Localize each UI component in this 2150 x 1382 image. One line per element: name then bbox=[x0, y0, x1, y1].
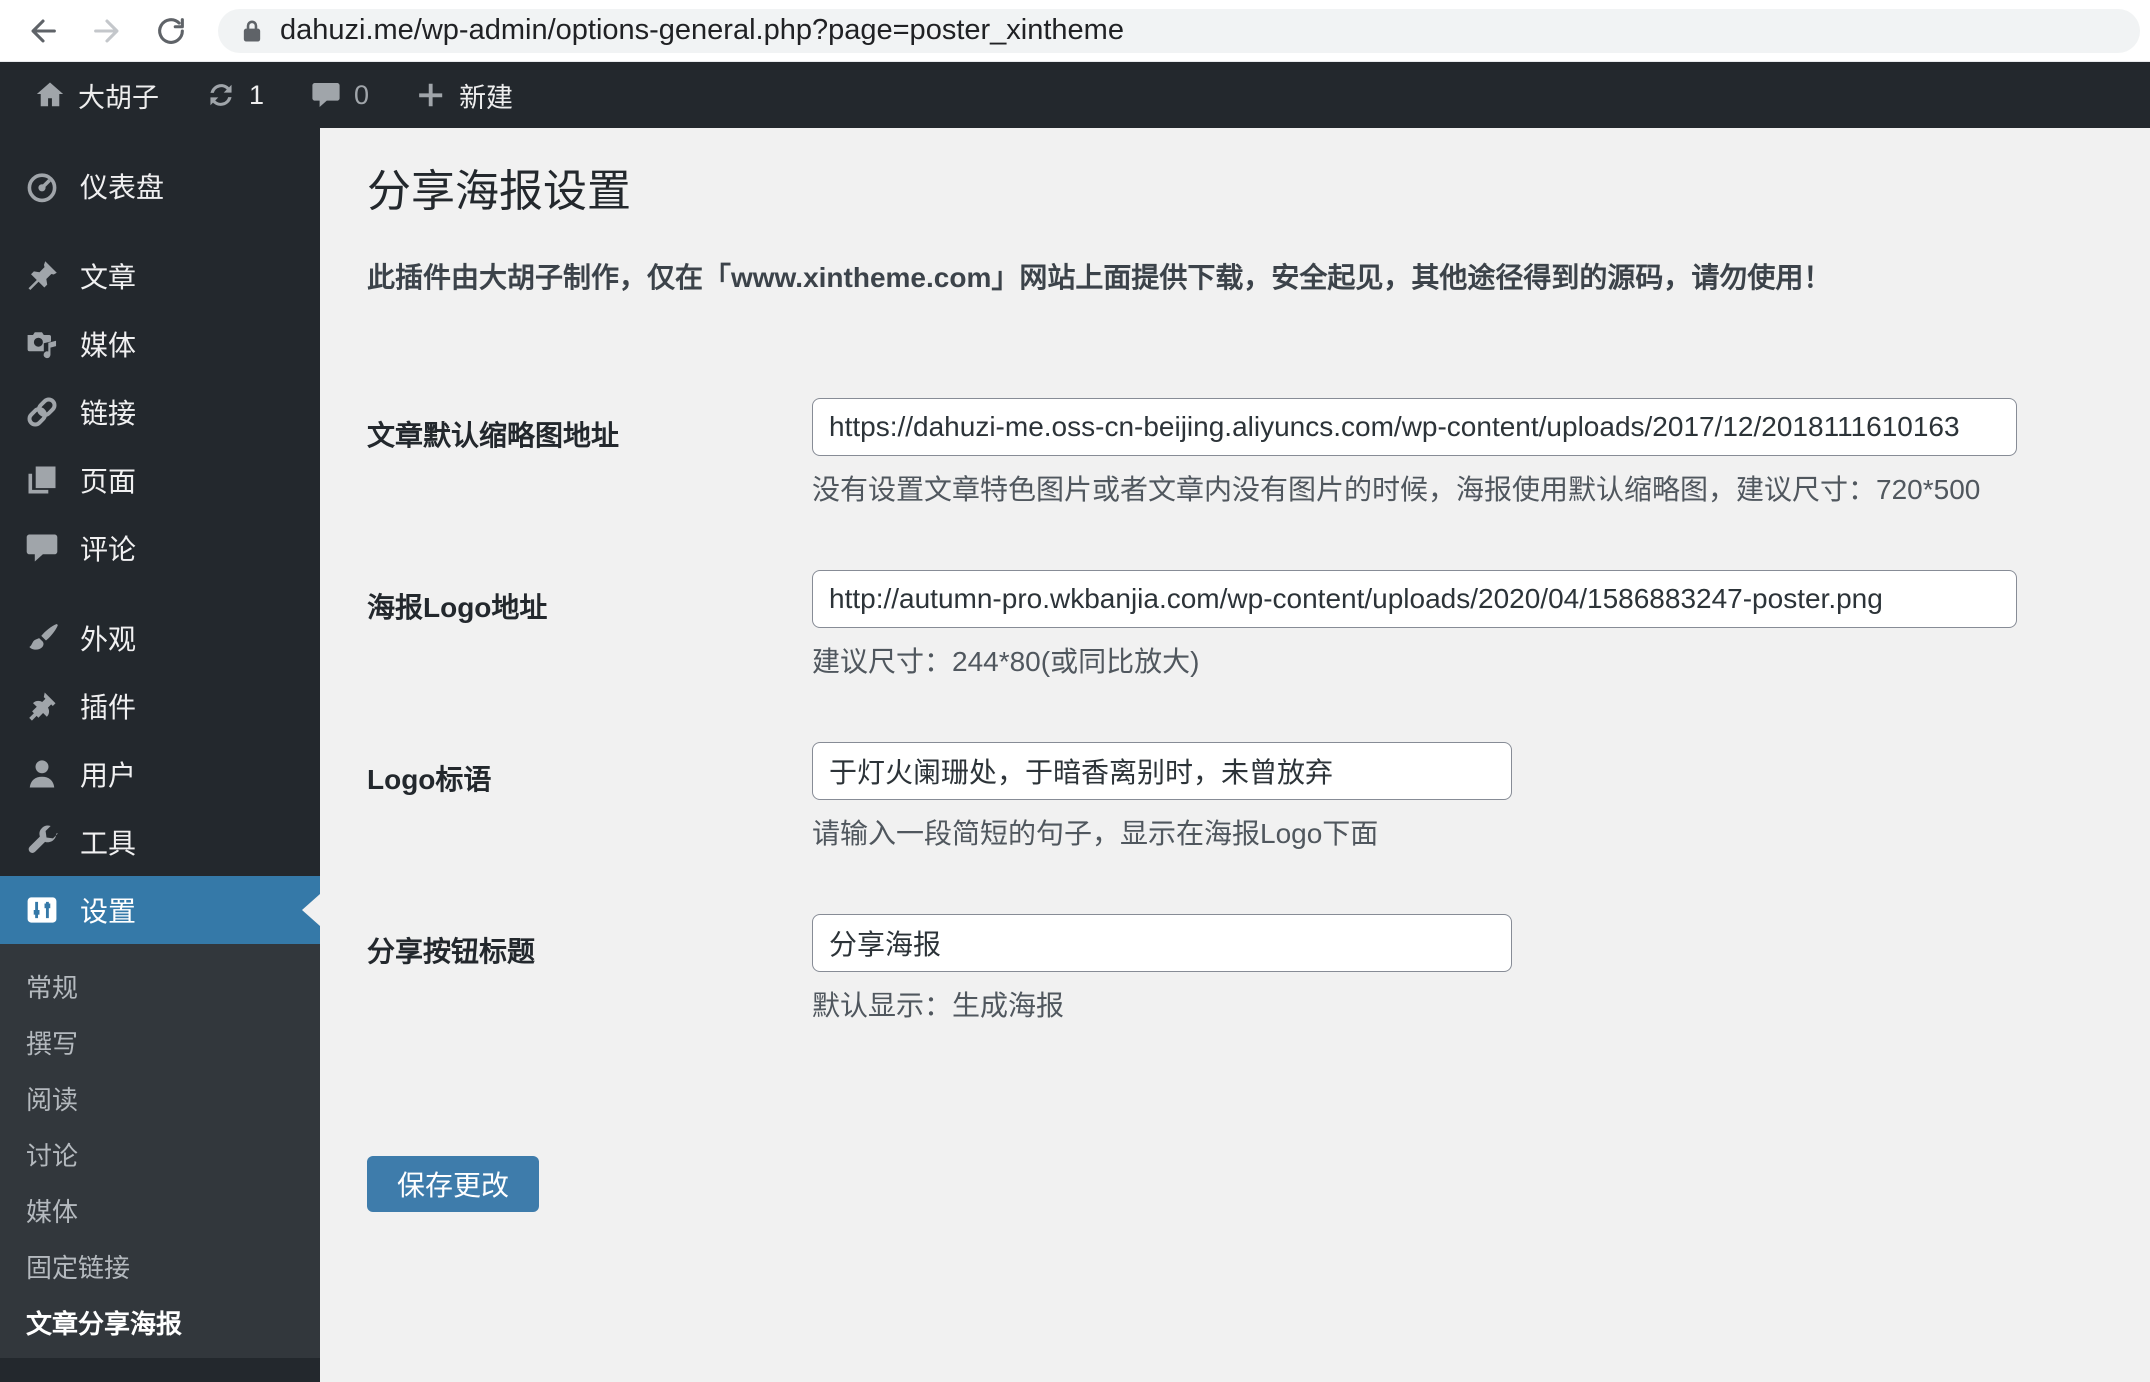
sidebar-item-media[interactable]: 媒体 bbox=[0, 310, 320, 378]
lock-icon bbox=[243, 20, 261, 41]
sidebar-item-label: 链接 bbox=[80, 398, 137, 429]
sidebar-item-label: 插件 bbox=[80, 692, 137, 723]
submenu-item-permalinks[interactable]: 固定链接 bbox=[0, 1240, 320, 1296]
sidebar-item-label: 媒体 bbox=[80, 330, 137, 361]
field-label: 海报Logo地址 bbox=[367, 592, 548, 623]
sidebar-item-users[interactable]: 用户 bbox=[0, 740, 320, 808]
admin-bar-new[interactable]: 新建 bbox=[415, 76, 513, 115]
url-bar[interactable]: dahuzi.me/wp-admin/options-general.php?p… bbox=[218, 8, 2140, 53]
pages-icon bbox=[24, 462, 60, 498]
field-label: Logo标语 bbox=[367, 764, 492, 795]
admin-bar-site-name: 大胡子 bbox=[78, 82, 159, 113]
submenu-item-share-poster[interactable]: 文章分享海报 bbox=[0, 1296, 320, 1352]
page-title: 分享海报设置 bbox=[367, 167, 631, 216]
share-button-title-input[interactable] bbox=[812, 914, 1512, 972]
comment-icon bbox=[24, 530, 60, 566]
updates-icon bbox=[205, 79, 237, 111]
dashboard-icon bbox=[24, 168, 60, 204]
home-icon bbox=[34, 79, 66, 111]
sidebar-item-label: 设置 bbox=[80, 896, 137, 927]
pushpin-icon bbox=[24, 258, 60, 294]
sidebar-item-label: 工具 bbox=[80, 828, 137, 859]
sidebar-item-pages[interactable]: 页面 bbox=[0, 446, 320, 514]
settings-icon bbox=[24, 892, 60, 928]
comment-bubble-icon bbox=[310, 79, 342, 111]
field-help: 请输入一段简短的句子，显示在海报Logo下面 bbox=[812, 818, 1379, 849]
form-row-share-button-title: 分享按钮标题 默认显示：生成海报 bbox=[367, 914, 2090, 1022]
menu-separator bbox=[0, 582, 320, 604]
submenu-item-general[interactable]: 常规 bbox=[0, 960, 320, 1016]
submenu-item-writing[interactable]: 撰写 bbox=[0, 1016, 320, 1072]
admin-bar-comments[interactable]: 0 bbox=[310, 79, 369, 111]
plus-icon bbox=[415, 79, 447, 111]
admin-bar-updates[interactable]: 1 bbox=[205, 79, 264, 111]
thumbnail-url-input[interactable] bbox=[812, 398, 2017, 456]
field: 建议尺寸：244*80(或同比放大) bbox=[812, 570, 2017, 678]
comments-count: 0 bbox=[354, 79, 370, 110]
menu-separator bbox=[0, 220, 320, 242]
admin-layout: 仪表盘 文章 媒体 链接 页面 评论 外观 插件 用户 工具 设置 常规 撰写 … bbox=[0, 128, 2150, 1382]
tools-icon bbox=[24, 824, 60, 860]
forward-button[interactable] bbox=[90, 14, 124, 48]
wp-admin-bar: 大胡子 1 0 新建 bbox=[0, 62, 2150, 128]
field-help: 默认显示：生成海报 bbox=[812, 990, 1065, 1021]
media-icon bbox=[24, 326, 60, 362]
sidebar-item-appearance[interactable]: 外观 bbox=[0, 604, 320, 672]
sidebar-item-label: 仪表盘 bbox=[80, 172, 165, 203]
logo-url-input[interactable] bbox=[812, 570, 2017, 628]
sidebar-item-links[interactable]: 链接 bbox=[0, 378, 320, 446]
sidebar-item-label: 外观 bbox=[80, 624, 137, 655]
link-icon bbox=[24, 394, 60, 430]
logo-slogan-input[interactable] bbox=[812, 742, 1512, 800]
url-text: dahuzi.me/wp-admin/options-general.php?p… bbox=[280, 14, 1124, 46]
settings-submenu: 常规 撰写 阅读 讨论 媒体 固定链接 文章分享海报 bbox=[0, 944, 320, 1358]
sidebar-item-posts[interactable]: 文章 bbox=[0, 242, 320, 310]
sidebar-item-tools[interactable]: 工具 bbox=[0, 808, 320, 876]
updates-count: 1 bbox=[249, 79, 265, 110]
sidebar-item-dashboard[interactable]: 仪表盘 bbox=[0, 152, 320, 220]
submenu-item-media[interactable]: 媒体 bbox=[0, 1184, 320, 1240]
sidebar-item-plugins[interactable]: 插件 bbox=[0, 672, 320, 740]
field-help: 没有设置文章特色图片或者文章内没有图片的时候，海报使用默认缩略图，建议尺寸：72… bbox=[812, 474, 1981, 505]
plugin-icon bbox=[24, 688, 60, 724]
field-label: 文章默认缩略图地址 bbox=[367, 420, 620, 451]
save-changes-button[interactable]: 保存更改 bbox=[367, 1156, 540, 1212]
back-icon bbox=[31, 19, 56, 42]
sidebar-item-comments[interactable]: 评论 bbox=[0, 514, 320, 582]
field-label: 分享按钮标题 bbox=[367, 936, 536, 967]
sidebar-item-label: 用户 bbox=[80, 760, 137, 791]
back-button[interactable] bbox=[26, 14, 60, 48]
field: 默认显示：生成海报 bbox=[812, 914, 1512, 1022]
field: 没有设置文章特色图片或者文章内没有图片的时候，海报使用默认缩略图，建议尺寸：72… bbox=[812, 398, 2017, 506]
submenu-item-discussion[interactable]: 讨论 bbox=[0, 1128, 320, 1184]
appearance-icon bbox=[24, 620, 60, 656]
browser-chrome: dahuzi.me/wp-admin/options-general.php?p… bbox=[0, 0, 2150, 62]
admin-sidebar: 仪表盘 文章 媒体 链接 页面 评论 外观 插件 用户 工具 设置 常规 撰写 … bbox=[0, 128, 320, 1382]
sidebar-item-label: 评论 bbox=[80, 534, 137, 565]
submenu-item-reading[interactable]: 阅读 bbox=[0, 1072, 320, 1128]
field: 请输入一段简短的句子，显示在海报Logo下面 bbox=[812, 742, 1512, 850]
poster-settings-form: 文章默认缩略图地址 没有设置文章特色图片或者文章内没有图片的时候，海报使用默认缩… bbox=[367, 398, 2090, 1212]
form-row-logo-slogan: Logo标语 请输入一段简短的句子，显示在海报Logo下面 bbox=[367, 742, 2090, 850]
settings-page: 分享海报设置 此插件由大胡子制作，仅在「www.xintheme.com」网站上… bbox=[320, 128, 2150, 1382]
forward-icon bbox=[94, 19, 119, 42]
sidebar-item-settings[interactable]: 设置 bbox=[0, 876, 320, 944]
reload-icon bbox=[158, 17, 184, 44]
users-icon bbox=[24, 756, 60, 792]
form-row-logo-url: 海报Logo地址 建议尺寸：244*80(或同比放大) bbox=[367, 570, 2090, 678]
field-help: 建议尺寸：244*80(或同比放大) bbox=[812, 646, 1200, 677]
form-row-thumbnail-url: 文章默认缩略图地址 没有设置文章特色图片或者文章内没有图片的时候，海报使用默认缩… bbox=[367, 398, 2090, 506]
admin-bar-new-label: 新建 bbox=[459, 82, 514, 113]
sidebar-item-label: 页面 bbox=[80, 466, 137, 497]
sidebar-item-label: 文章 bbox=[80, 262, 137, 293]
plugin-notice: 此插件由大胡子制作，仅在「www.xintheme.com」网站上面提供下载，安… bbox=[367, 262, 1832, 293]
admin-bar-site[interactable]: 大胡子 bbox=[34, 76, 159, 115]
reload-button[interactable] bbox=[154, 14, 188, 48]
